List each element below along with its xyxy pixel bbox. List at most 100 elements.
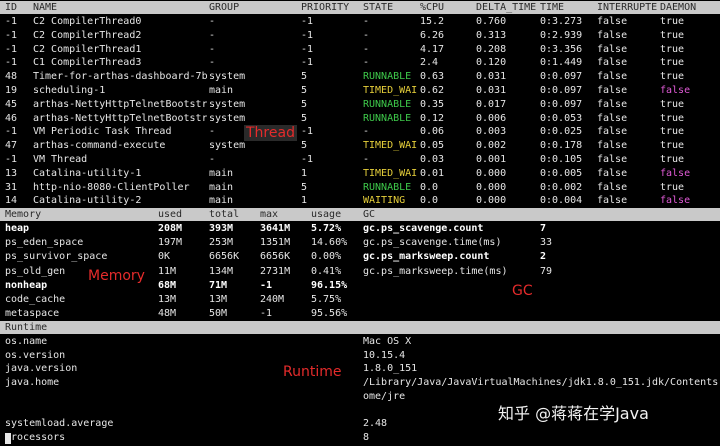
thread-cell-name: Timer-for-arthas-dashboard-7b1 bbox=[33, 71, 207, 83]
memory-cell-used: 68M bbox=[158, 279, 177, 291]
memory-col-total: total bbox=[209, 209, 240, 220]
memory-cell-name: ps_survivor_space bbox=[5, 251, 108, 263]
thread-cell-cpu: 0.01 bbox=[420, 167, 445, 179]
memory-cell-used: 13M bbox=[158, 294, 177, 305]
memory-header-bar: Memory used total max usage GC bbox=[0, 208, 720, 221]
thread-cell-group: main bbox=[209, 195, 234, 207]
memory-cell-max: 2731M bbox=[260, 265, 291, 277]
thread-cell-time: 0:0.005 bbox=[540, 167, 583, 179]
thread-cell-group: main bbox=[209, 181, 234, 193]
runtime-cell-value: 10.15.4 bbox=[363, 349, 406, 361]
thread-header-bar: ID NAME GROUP PRIORITY STATE %CPU DELTA_TIME TI… bbox=[0, 1, 720, 14]
thread-cell-state: - bbox=[363, 43, 370, 55]
thread-row: 47 arthas-command-execute system 5 TIMED_WAI… bbox=[0, 139, 720, 152]
runtime-cell-value: 8 bbox=[363, 431, 370, 443]
memory-cell-usage: 0.00% bbox=[311, 251, 342, 263]
runtime-cell-key: systemload.average bbox=[5, 418, 114, 430]
thread-cell-time: 0:0.097 bbox=[540, 71, 583, 83]
thread-cell-priority: -1 bbox=[301, 43, 314, 55]
thread-cell-priority: 1 bbox=[301, 195, 308, 207]
thread-cell-daemon: true bbox=[660, 154, 685, 165]
thread-cell-state: RUNNABLE bbox=[363, 98, 412, 110]
thread-cell-delta-time: 0.031 bbox=[476, 85, 507, 96]
memory-cell-total: 134M bbox=[209, 265, 234, 277]
thread-cell-daemon: true bbox=[660, 57, 685, 69]
thread-cell-group: system bbox=[209, 98, 246, 110]
thread-cell-time: 0:0.025 bbox=[540, 126, 583, 138]
gc-annotation: GC bbox=[512, 283, 533, 299]
thread-cell-daemon: true bbox=[660, 126, 685, 138]
thread-cell-interrupted: false bbox=[597, 16, 628, 27]
thread-cell-delta-time: 0.002 bbox=[476, 140, 507, 152]
memory-cell-usage: 96.15% bbox=[311, 279, 348, 291]
thread-cell-id: 45 bbox=[5, 98, 18, 110]
gc-col-header: GC bbox=[363, 209, 376, 220]
memory-row: metaspace 48M 50M -1 95.56% bbox=[0, 307, 720, 320]
memory-cell-total: 71M bbox=[209, 279, 228, 291]
thread-cell-name: C2 CompilerThread0 bbox=[33, 16, 142, 27]
thread-col-priority: PRIORITY bbox=[301, 2, 350, 13]
runtime-row: os.version 10.15.4 bbox=[0, 349, 720, 362]
thread-cell-group: main bbox=[209, 167, 234, 179]
thread-cell-delta-time: 0.031 bbox=[476, 71, 507, 83]
thread-cell-cpu: 4.17 bbox=[420, 43, 445, 55]
thread-row: -1 C2 CompilerThread2 - -1 - 6.26 0.313 0:2.939… bbox=[0, 29, 720, 42]
memory-cell-max: 3641M bbox=[260, 223, 291, 234]
memory-cell-usage: 95.56% bbox=[311, 308, 348, 320]
runtime-header-bar: Runtime bbox=[0, 321, 720, 334]
thread-cell-time: 0:0.097 bbox=[540, 98, 583, 110]
thread-cell-daemon: true bbox=[660, 112, 685, 124]
memory-cell-max: -1 bbox=[260, 279, 273, 291]
thread-row: 13 Catalina-utility-1 main 1 TIMED_WAI 0.01 0.… bbox=[0, 167, 720, 180]
thread-row: 46 arthas-NettyHttpTelnetBootstra system 5 R… bbox=[0, 112, 720, 125]
thread-row: 31 http-nio-8080-ClientPoller main 5 RUNNABL… bbox=[0, 181, 720, 194]
thread-cell-id: -1 bbox=[5, 57, 18, 69]
thread-cell-priority: 5 bbox=[301, 98, 308, 110]
thread-cell-time: 0:3.273 bbox=[540, 16, 583, 27]
thread-cell-delta-time: 0.208 bbox=[476, 43, 507, 55]
runtime-cell-value: /Library/Java/JavaVirtualMachines/jdk1.8… bbox=[363, 377, 718, 389]
runtime-annotation: Runtime bbox=[283, 364, 342, 380]
runtime-row: java.home/Library/Java/JavaVirtualMachin… bbox=[0, 376, 720, 389]
thread-cell-id: 13 bbox=[5, 167, 18, 179]
memory-cell-name: ps_eden_space bbox=[5, 237, 84, 249]
thread-col-time: TIME bbox=[540, 2, 565, 13]
memory-cell-total: 6656K bbox=[209, 251, 240, 263]
gc-cell-name: gc.ps_scavenge.time(ms) bbox=[363, 237, 502, 249]
gc-cell-name: gc.ps_marksweep.time(ms) bbox=[363, 265, 508, 277]
memory-col-usage: usage bbox=[311, 209, 342, 220]
thread-cell-daemon: true bbox=[660, 16, 685, 27]
thread-col-id: ID bbox=[5, 2, 18, 13]
thread-cell-state: - bbox=[363, 57, 370, 69]
thread-cell-delta-time: 0.003 bbox=[476, 126, 507, 138]
memory-cell-used: 11M bbox=[158, 265, 177, 277]
thread-cell-daemon: true bbox=[660, 181, 685, 193]
thread-cell-delta-time: 0.000 bbox=[476, 181, 507, 193]
thread-cell-id: -1 bbox=[5, 43, 18, 55]
thread-col-state: STATE bbox=[363, 2, 394, 13]
memory-cell-max: 240M bbox=[260, 294, 285, 305]
gc-cell-value: 33 bbox=[540, 237, 553, 249]
memory-col-max: max bbox=[260, 209, 279, 220]
thread-cell-delta-time: 0.001 bbox=[476, 154, 507, 165]
thread-cell-group: - bbox=[209, 154, 216, 165]
thread-cell-cpu: 0.35 bbox=[420, 98, 445, 110]
memory-cell-name: heap bbox=[5, 223, 30, 234]
thread-cell-interrupted: false bbox=[597, 43, 628, 55]
thread-cell-priority: 5 bbox=[301, 140, 308, 152]
memory-cell-total: 253M bbox=[209, 237, 234, 249]
memory-cell-usage: 14.60% bbox=[311, 237, 348, 249]
thread-cell-interrupted: false bbox=[597, 181, 628, 193]
thread-cell-name: scheduling-1 bbox=[33, 85, 106, 96]
arthas-dashboard: ID NAME GROUP PRIORITY STATE %CPU DELTA_TIME TI… bbox=[0, 0, 720, 446]
thread-cell-state: TIMED_WAI bbox=[363, 140, 418, 152]
thread-cell-name: VM Periodic Task Thread bbox=[33, 126, 172, 138]
thread-cell-time: 0:0.178 bbox=[540, 140, 583, 152]
thread-cell-group: system bbox=[209, 112, 246, 124]
thread-cell-time: 0:0.097 bbox=[540, 85, 583, 96]
thread-cell-daemon: false bbox=[660, 85, 691, 96]
memory-cell-used: 48M bbox=[158, 308, 177, 320]
thread-cell-time: 0:2.939 bbox=[540, 29, 583, 41]
gc-cell-name: gc.ps_marksweep.count bbox=[363, 251, 490, 263]
thread-cell-time: 0:0.004 bbox=[540, 195, 583, 207]
